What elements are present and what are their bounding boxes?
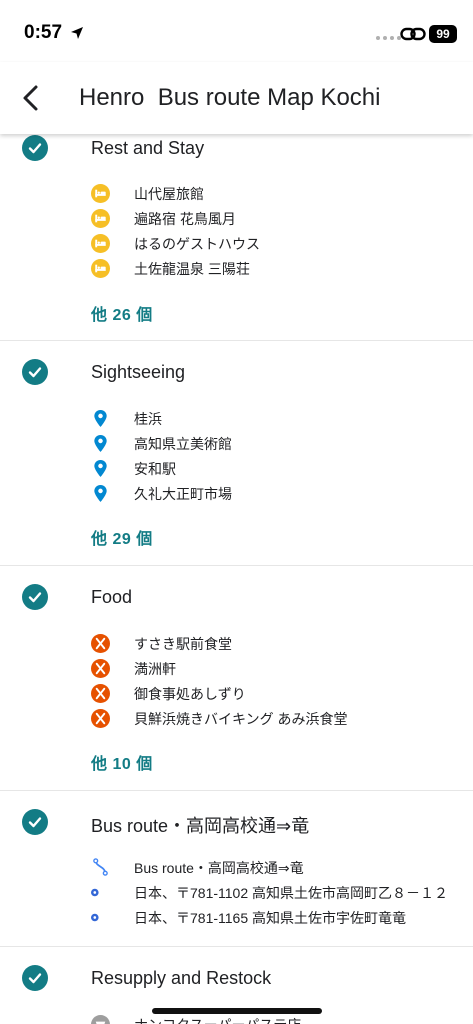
list-item[interactable]: 日本、〒781-1102 高知県土佐市高岡町乙８－１２ bbox=[0, 880, 473, 905]
section-title[interactable]: Food bbox=[91, 587, 132, 608]
item-label: 高知県立美術館 bbox=[134, 436, 232, 452]
item-label: 山代屋旅館 bbox=[134, 186, 204, 202]
bed-icon bbox=[91, 234, 110, 253]
app-bar: Henro Bus route Map Kochi bbox=[0, 62, 473, 134]
link-icon bbox=[400, 27, 426, 41]
check-circle-icon[interactable] bbox=[22, 965, 48, 991]
layer-list[interactable]: Rest and Stay 山代屋旅館 遍路宿 花鳥風月 はるのゲストハウス 土… bbox=[0, 134, 473, 1024]
list-item[interactable]: Bus route・高岡高校通⇒竜 bbox=[0, 855, 473, 880]
list-item[interactable]: すさき駅前食堂 bbox=[0, 631, 473, 656]
list-item[interactable]: 御食事処あしずり bbox=[0, 681, 473, 706]
fork-knife-icon bbox=[91, 684, 110, 703]
section-title[interactable]: Rest and Stay bbox=[91, 138, 204, 159]
signal-icon bbox=[376, 36, 401, 40]
divider bbox=[0, 340, 473, 341]
back-button[interactable] bbox=[12, 78, 48, 118]
fork-knife-icon bbox=[91, 659, 110, 678]
home-indicator[interactable] bbox=[152, 1008, 322, 1014]
item-label: 日本、〒781-1165 高知県土佐市宇佐町竜竜 bbox=[134, 910, 407, 926]
map-pin-icon bbox=[94, 484, 107, 503]
item-label: 桂浜 bbox=[134, 411, 162, 427]
item-label: 満洲軒 bbox=[134, 661, 176, 677]
divider bbox=[0, 565, 473, 566]
item-label: 久礼大正町市場 bbox=[134, 486, 232, 502]
list-item[interactable]: 土佐龍温泉 三陽荘 bbox=[0, 256, 473, 281]
item-label: 御食事処あしずり bbox=[134, 686, 246, 702]
bed-icon bbox=[91, 184, 110, 203]
item-label: 土佐龍温泉 三陽荘 bbox=[134, 261, 250, 277]
check-circle-icon[interactable] bbox=[22, 135, 48, 161]
list-item[interactable]: 満洲軒 bbox=[0, 656, 473, 681]
divider bbox=[0, 790, 473, 791]
list-item[interactable]: 高知県立美術館 bbox=[0, 431, 473, 456]
item-label: 貝鮮浜焼きバイキング あみ浜食堂 bbox=[134, 711, 348, 727]
fork-knife-icon bbox=[91, 709, 110, 728]
bed-icon bbox=[91, 209, 110, 228]
point-a-icon bbox=[91, 888, 99, 897]
check-circle-icon[interactable] bbox=[22, 584, 48, 610]
divider bbox=[0, 946, 473, 947]
bed-icon bbox=[91, 259, 110, 278]
list-item[interactable]: 久礼大正町市場 bbox=[0, 481, 473, 506]
battery-icon: 99 bbox=[429, 25, 457, 43]
list-item[interactable]: 日本、〒781-1165 高知県土佐市宇佐町竜竜 bbox=[0, 905, 473, 930]
item-label: Bus route・高岡高校通⇒竜 bbox=[134, 860, 304, 876]
check-circle-icon[interactable] bbox=[22, 809, 48, 835]
map-pin-icon bbox=[94, 409, 107, 428]
more-link[interactable]: 他 26 個 bbox=[91, 301, 153, 325]
status-bar: 0:57 99 bbox=[0, 0, 473, 62]
item-label: すさき駅前食堂 bbox=[134, 636, 232, 652]
item-label: ナンコクスーパーパステ店 bbox=[134, 1015, 301, 1024]
fork-knife-icon bbox=[91, 634, 110, 653]
item-label: 日本、〒781-1102 高知県土佐市高岡町乙８－１２ bbox=[134, 885, 449, 901]
list-item[interactable]: 山代屋旅館 bbox=[0, 181, 473, 206]
list-item[interactable]: 貝鮮浜焼きバイキング あみ浜食堂 bbox=[0, 706, 473, 731]
status-time: 0:57 bbox=[24, 22, 63, 43]
section-title[interactable]: Resupply and Restock bbox=[91, 968, 271, 989]
map-pin-icon bbox=[94, 459, 107, 478]
list-item[interactable]: 遍路宿 花鳥風月 bbox=[0, 206, 473, 231]
page-title: Henro Bus route Map Kochi bbox=[79, 84, 381, 111]
list-item[interactable]: 桂浜 bbox=[0, 406, 473, 431]
back-arrow-icon bbox=[23, 85, 38, 111]
section-title[interactable]: Sightseeing bbox=[91, 362, 185, 383]
item-label: はるのゲストハウス bbox=[134, 236, 260, 252]
shop-icon bbox=[91, 1015, 110, 1024]
more-link[interactable]: 他 10 個 bbox=[91, 750, 153, 774]
more-link[interactable]: 他 29 個 bbox=[91, 525, 153, 549]
check-circle-icon[interactable] bbox=[22, 359, 48, 385]
point-b-icon bbox=[91, 913, 99, 922]
location-arrow-icon bbox=[71, 27, 83, 39]
item-label: 安和駅 bbox=[134, 461, 176, 477]
map-pin-icon bbox=[94, 434, 107, 453]
list-item[interactable]: 安和駅 bbox=[0, 456, 473, 481]
list-item[interactable]: はるのゲストハウス bbox=[0, 231, 473, 256]
route-icon bbox=[93, 858, 108, 876]
item-label: 遍路宿 花鳥風月 bbox=[134, 211, 236, 227]
section-title[interactable]: Bus route・高岡高校通⇒竜 bbox=[91, 812, 309, 838]
